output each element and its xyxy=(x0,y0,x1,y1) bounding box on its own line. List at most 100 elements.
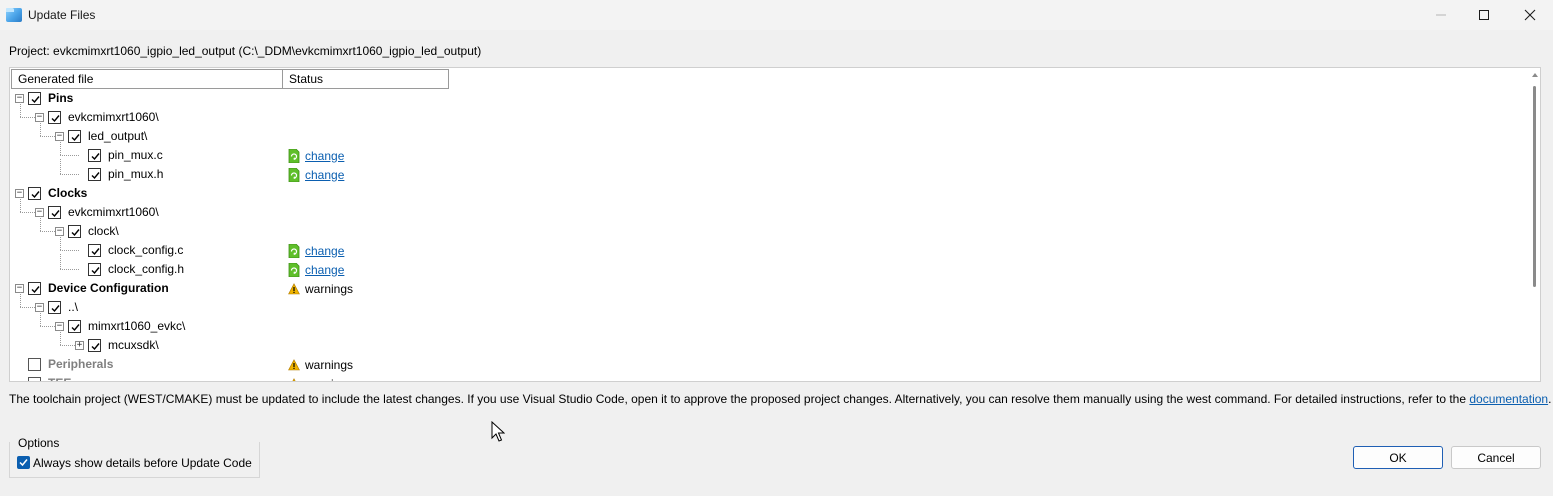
project-line: Project: evkcmimxrt1060_igpio_led_output… xyxy=(9,44,482,58)
warning-icon xyxy=(292,377,296,381)
tree-row[interactable]: − Device Configuration warnings xyxy=(10,279,1526,298)
checkmark-icon xyxy=(91,267,100,275)
column-header-generated-file[interactable]: Generated file xyxy=(11,69,283,89)
tree-connector xyxy=(40,311,41,326)
maximize-button[interactable] xyxy=(1461,0,1507,30)
row-label: clock\ xyxy=(88,224,119,238)
generated-files-tree[interactable]: Generated file Status − Pins − evkcmimxrt10… xyxy=(9,67,1541,382)
row-checkbox[interactable] xyxy=(28,377,41,381)
tree-connector xyxy=(60,330,61,345)
warning-icon xyxy=(288,358,300,370)
row-label: evkcmimxrt1060\ xyxy=(68,205,159,219)
always-show-details-label[interactable]: Always show details before Update Code xyxy=(33,456,252,470)
minimize-button[interactable] xyxy=(1418,0,1464,30)
window-title: Update Files xyxy=(28,8,96,22)
row-status: warnings xyxy=(288,280,353,297)
tree-row[interactable]: − ..\ xyxy=(10,292,1526,317)
tree-row[interactable]: − Pins xyxy=(10,89,1526,108)
warnings-text: warnings xyxy=(305,377,353,382)
warnings-text: warnings xyxy=(305,281,354,296)
tree-row[interactable]: + mcuxsdk\ xyxy=(10,330,1526,355)
row-checkbox[interactable] xyxy=(68,130,81,143)
row-label: TEE xyxy=(48,376,71,381)
row-label: Pins xyxy=(48,91,74,105)
row-checkbox[interactable] xyxy=(28,282,41,295)
tree-connector xyxy=(40,216,41,231)
file-change-icon xyxy=(288,243,300,258)
tree-row[interactable]: − clock\ xyxy=(10,216,1526,241)
row-label: led_output\ xyxy=(88,129,148,143)
row-status: change xyxy=(288,166,344,183)
options-legend: Options xyxy=(18,436,60,450)
change-link[interactable]: change xyxy=(305,244,344,258)
change-link[interactable]: change xyxy=(305,149,344,163)
tree-row[interactable]: − evkcmimxrt1060\ xyxy=(10,197,1526,222)
tree-row[interactable]: − Clocks xyxy=(10,184,1526,203)
tree-connector xyxy=(60,159,61,174)
tree-row[interactable]: TEE warnings xyxy=(10,374,1526,382)
notice-end: . xyxy=(1548,392,1552,406)
tree-row[interactable]: pin_mux.h change xyxy=(10,159,1526,184)
row-label: Device Configuration xyxy=(48,281,169,295)
tree-connector xyxy=(60,155,79,156)
row-status: warnings xyxy=(288,375,353,382)
row-label: mcuxsdk\ xyxy=(108,338,159,352)
row-checkbox[interactable] xyxy=(88,168,101,181)
tree-row[interactable]: pin_mux.c change xyxy=(10,140,1526,165)
row-checkbox[interactable] xyxy=(68,225,81,238)
always-show-details-checkbox[interactable] xyxy=(17,456,30,469)
checkmark-icon xyxy=(71,134,80,142)
maximize-icon xyxy=(1479,10,1489,20)
checkmark-icon xyxy=(71,229,80,237)
tree-connector xyxy=(20,292,21,307)
file-change-icon xyxy=(288,262,300,277)
app-icon xyxy=(6,8,22,22)
tree-connector xyxy=(60,174,79,175)
tree-row[interactable]: − mimxrt1060_evkc\ xyxy=(10,311,1526,336)
row-label: clock_config.c xyxy=(108,243,184,257)
row-label: Clocks xyxy=(48,186,88,200)
row-checkbox[interactable] xyxy=(48,206,61,219)
row-status: change xyxy=(288,242,344,259)
row-label: mimxrt1060_evkc\ xyxy=(88,319,186,333)
change-link[interactable]: change xyxy=(305,263,344,277)
notice-text: The toolchain project (WEST/CMAKE) must … xyxy=(9,392,1470,406)
tree-connector xyxy=(20,197,21,212)
row-checkbox[interactable] xyxy=(88,263,101,276)
toolchain-notice: The toolchain project (WEST/CMAKE) must … xyxy=(9,392,1551,406)
row-checkbox[interactable] xyxy=(48,111,61,124)
tree-row[interactable]: clock_config.h change xyxy=(10,254,1526,279)
tree-connector xyxy=(60,269,79,270)
checkmark-icon xyxy=(31,191,40,199)
checkmark-icon xyxy=(51,210,60,218)
cancel-button[interactable]: Cancel xyxy=(1451,446,1541,469)
tree-row[interactable]: − led_output\ xyxy=(10,121,1526,146)
row-checkbox[interactable] xyxy=(68,320,81,333)
tree-connector xyxy=(20,102,21,117)
tree-row[interactable]: Peripherals warnings xyxy=(10,355,1526,374)
file-change-icon xyxy=(288,167,300,182)
ok-button[interactable]: OK xyxy=(1353,446,1443,469)
scroll-up-arrow-icon[interactable] xyxy=(1532,73,1538,77)
row-checkbox[interactable] xyxy=(88,149,101,162)
scrollbar-thumb[interactable] xyxy=(1533,86,1536,287)
row-checkbox[interactable] xyxy=(28,358,41,371)
row-label: Peripherals xyxy=(48,357,114,371)
tree-row[interactable]: − evkcmimxrt1060\ xyxy=(10,102,1526,127)
documentation-link[interactable]: documentation xyxy=(1469,392,1548,406)
row-label: clock_config.h xyxy=(108,262,185,276)
tree-row[interactable]: clock_config.c change xyxy=(10,235,1526,260)
column-header-status[interactable]: Status xyxy=(283,69,449,89)
row-checkbox[interactable] xyxy=(28,187,41,200)
vertical-scrollbar[interactable] xyxy=(1529,68,1540,381)
row-checkbox[interactable] xyxy=(88,339,101,352)
change-link[interactable]: change xyxy=(305,168,344,182)
row-checkbox[interactable] xyxy=(48,301,61,314)
expand-icon[interactable]: + xyxy=(75,341,84,350)
checkmark-icon xyxy=(51,115,60,123)
close-button[interactable] xyxy=(1507,0,1553,30)
row-checkbox[interactable] xyxy=(28,92,41,105)
mouse-cursor-icon xyxy=(491,421,505,442)
warnings-text: warnings xyxy=(305,357,354,372)
row-checkbox[interactable] xyxy=(88,244,101,257)
